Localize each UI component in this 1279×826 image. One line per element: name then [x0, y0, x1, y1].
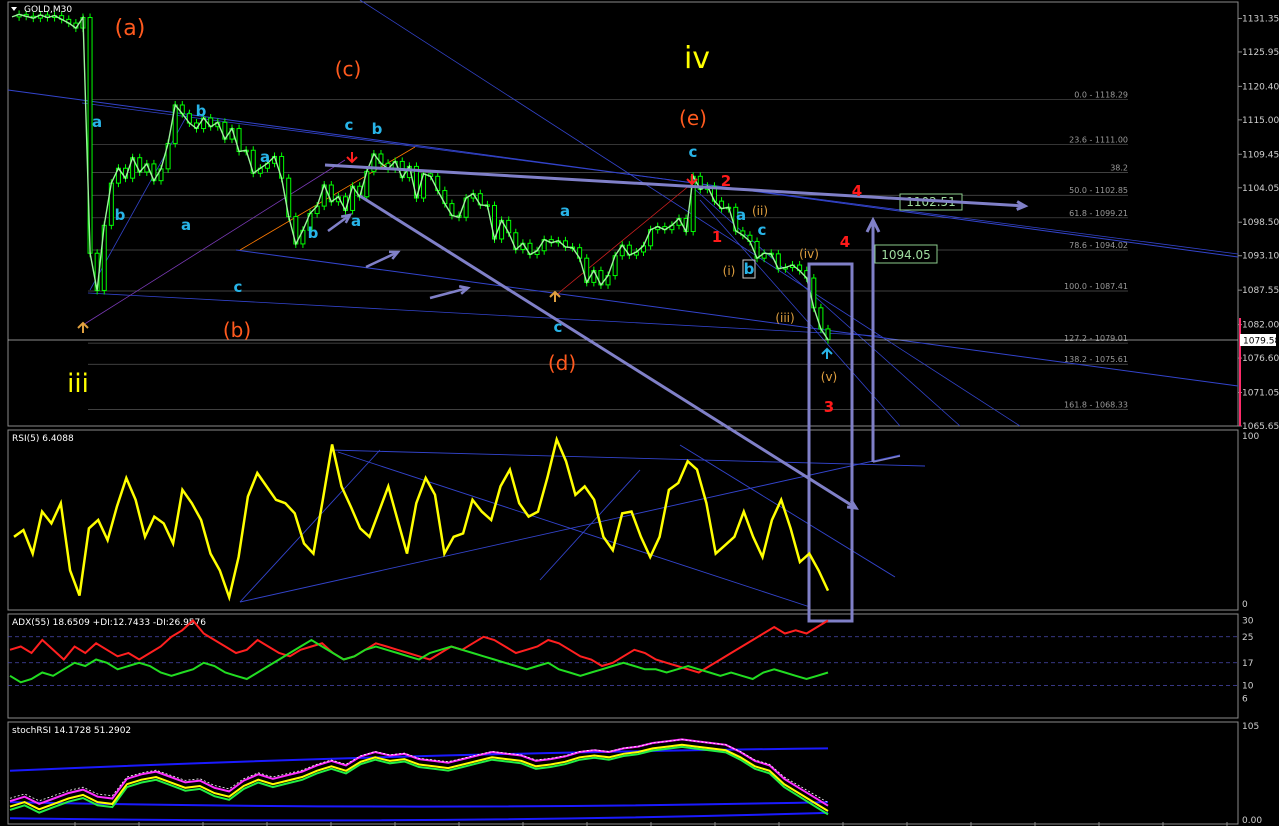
fib-label: 127.2 - 1079.01: [1064, 334, 1128, 343]
wave-label: b: [308, 224, 319, 242]
chart-canvas: 0.0 - 1118.29 23.6 - 1111.00 38.2 50.0 - 11…: [0, 0, 1279, 826]
price-tick-label: 1109.45: [1242, 150, 1279, 160]
price-tick-label: 1115.00: [1242, 116, 1279, 126]
wave-label: iv: [684, 41, 710, 76]
wave-label: (iii): [775, 311, 794, 325]
stoch-tick-label: 105: [1242, 722, 1259, 732]
wave-label: 1: [712, 228, 722, 246]
wave-label: a: [260, 148, 270, 166]
wave-label: b: [196, 102, 207, 120]
price-tick-label: 1087.55: [1242, 286, 1279, 296]
chart-background: [0, 0, 1279, 826]
wave-label: (d): [548, 351, 576, 375]
wave-label: 4: [840, 233, 850, 251]
fib-label: 138.2 - 1075.61: [1064, 355, 1128, 364]
adx-tick-label: 17: [1242, 659, 1253, 669]
wave-label: b: [115, 206, 126, 224]
fib-label: 50.0 - 1102.85: [1069, 186, 1128, 195]
price-tick-label: 1104.05: [1242, 184, 1279, 194]
wave-label: a: [181, 216, 191, 234]
wave-label: 4: [852, 182, 862, 200]
fib-label: 61.8 - 1099.21: [1069, 209, 1128, 218]
wave-label: c: [554, 318, 563, 336]
price-tick-label: 1065.65: [1242, 422, 1279, 432]
fib-label: 161.8 - 1068.33: [1064, 400, 1128, 409]
price-tick-label: 1076.60: [1242, 354, 1279, 364]
adx-tick-label: 6: [1242, 695, 1248, 705]
wave-label: (c): [335, 57, 362, 81]
price-tick-label: 1131.35: [1242, 14, 1279, 24]
current-price-label: 1079.58: [1243, 337, 1279, 347]
adx-title: ADX(55) 18.6509 +DI:12.7433 -DI:26.9576: [12, 618, 206, 628]
price-tick-label: 1071.05: [1242, 389, 1279, 399]
wave-label: (b): [223, 318, 251, 342]
wave-label: a: [351, 212, 361, 230]
price-tick-label: 1093.10: [1242, 252, 1279, 262]
symbol-label: GOLD,M30: [24, 5, 72, 15]
fib-label: 78.6 - 1094.02: [1069, 241, 1128, 250]
stoch-tick-label: 0.00: [1242, 816, 1262, 826]
wave-label: c: [234, 278, 243, 296]
fib-label: 0.0 - 1118.29: [1074, 90, 1128, 99]
wave-label: 2: [721, 172, 731, 190]
adx-tick-label: 25: [1242, 633, 1253, 643]
wave-label: (iv): [799, 247, 819, 261]
price-tick-label: 1125.95: [1242, 48, 1279, 58]
target-label: 1094.05: [881, 248, 931, 262]
price-tick-label: 1120.40: [1242, 82, 1279, 92]
price-tick-label: 1098.50: [1242, 218, 1279, 228]
wave-label: a: [736, 206, 746, 224]
wave-label: b: [744, 260, 755, 278]
wave-label: b: [372, 120, 383, 138]
wave-label: c: [345, 116, 354, 134]
fib-label: 100.0 - 1087.41: [1064, 282, 1128, 291]
wave-label: c: [689, 143, 698, 161]
fib-label: 38.2: [1110, 164, 1128, 173]
price-tick-label: 1082.00: [1242, 321, 1279, 331]
rsi-tick-label: 0: [1242, 600, 1248, 610]
wave-label: (a): [115, 16, 146, 41]
wave-label: (i): [723, 264, 736, 278]
wave-label: c: [758, 221, 767, 239]
wave-label: iii: [67, 369, 89, 399]
adx-tick-label: 10: [1242, 682, 1254, 692]
rsi-title: RSI(5) 6.4088: [12, 434, 74, 444]
stoch-title: stochRSI 14.1728 51.2902: [12, 726, 131, 736]
wave-label: (v): [821, 370, 837, 384]
wave-label: 3: [824, 398, 834, 416]
wave-label: (e): [679, 106, 707, 130]
wave-label: (ii): [752, 204, 768, 218]
fib-label: 23.6 - 1111.00: [1069, 136, 1128, 145]
wave-label: a: [92, 113, 102, 131]
adx-tick-label: 30: [1242, 617, 1254, 627]
rsi-tick-label: 100: [1242, 432, 1259, 442]
wave-label: a: [560, 202, 570, 220]
